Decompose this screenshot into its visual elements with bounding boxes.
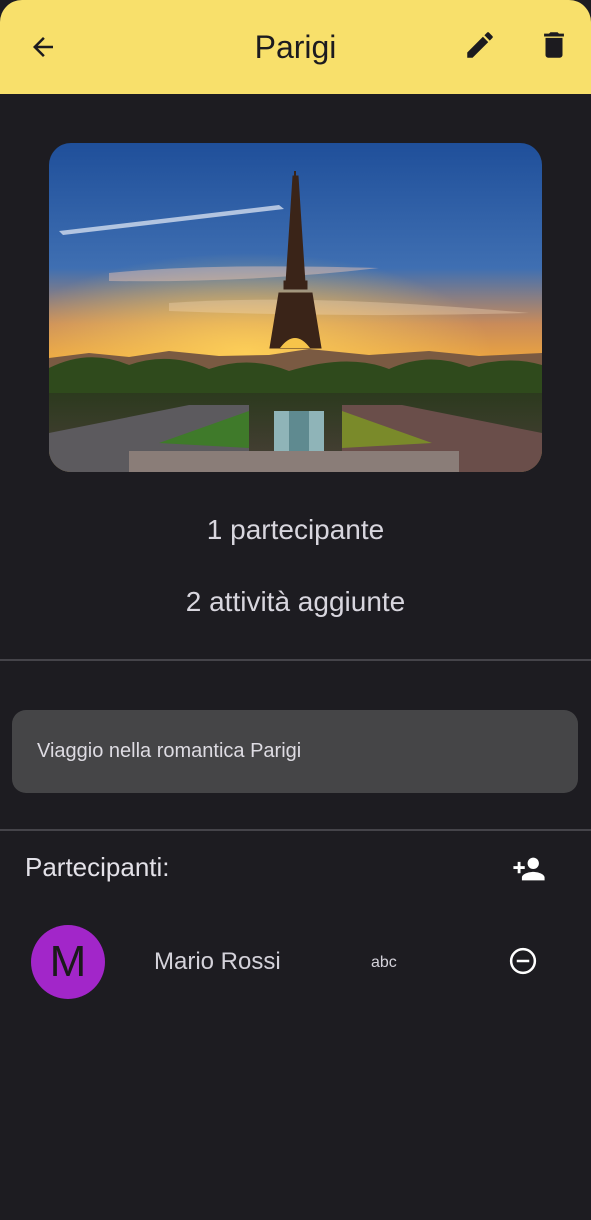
trash-icon — [544, 32, 564, 58]
participant-extra: abc — [371, 954, 397, 971]
participants-count: 1 partecipante — [206, 514, 385, 545]
trip-description-field[interactable]: Viaggio nella romantica Parigi — [12, 710, 578, 793]
delete-button[interactable] — [530, 21, 578, 69]
avatar: M — [31, 925, 105, 999]
activities-count: 2 attività aggiunte — [185, 586, 406, 617]
eiffel-tower-photo — [49, 143, 542, 472]
divider — [0, 829, 591, 831]
participants-section-label: Partecipanti: — [25, 852, 170, 882]
edit-button[interactable] — [456, 21, 504, 69]
add-participant-button[interactable] — [505, 845, 553, 893]
participant-name: Mario Rossi — [154, 948, 281, 975]
app-bar: Parigi — [0, 0, 591, 94]
trip-cover-image — [49, 143, 542, 472]
remove-participant-button[interactable] — [499, 937, 547, 985]
person-add-icon — [513, 857, 545, 881]
trip-description-text: Viaggio nella romantica Parigi — [37, 740, 302, 762]
remove-circle-icon — [509, 947, 537, 975]
edit-pencil-icon — [467, 32, 493, 58]
divider — [0, 659, 591, 661]
avatar-initial: M — [49, 937, 87, 986]
